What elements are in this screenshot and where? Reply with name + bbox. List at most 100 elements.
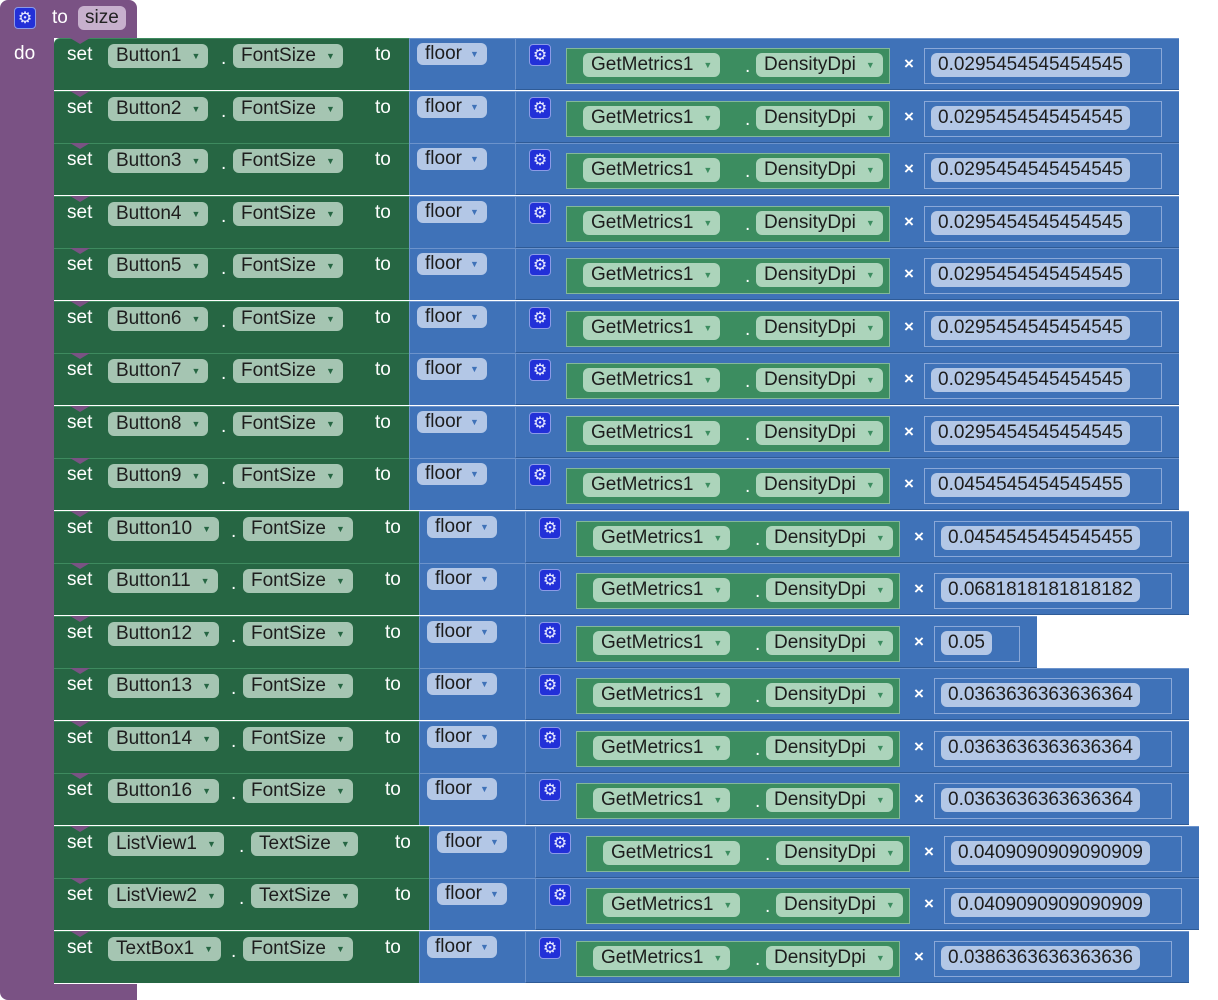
floor-block[interactable]: floor ▼ (419, 668, 525, 720)
math-function-dropdown[interactable]: floor ▼ (437, 883, 507, 905)
math-function-dropdown[interactable]: floor ▼ (437, 830, 507, 853)
floor-block[interactable]: floor ▼ (429, 825, 535, 878)
number-value-field[interactable]: 0.0363636363636364 (941, 683, 1140, 707)
floor-block[interactable]: floor ▼ (409, 195, 515, 248)
get-property-block[interactable]: GetMetrics1 ▼ . DensityDpi ▼ (576, 783, 900, 819)
get-property-dropdown[interactable]: DensityDpi ▼ (776, 840, 903, 865)
floor-block[interactable]: floor ▼ (409, 300, 515, 353)
get-component-dropdown[interactable]: GetMetrics1 ▼ (583, 473, 721, 497)
property-dropdown[interactable]: FontSize ▼ (233, 411, 343, 436)
component-dropdown[interactable]: Button14 ▼ (108, 726, 219, 751)
get-component-dropdown[interactable]: GetMetrics1 ▼ (593, 630, 731, 655)
math-function-dropdown[interactable]: floor ▼ (417, 358, 487, 380)
gear-icon[interactable]: ⚙ (529, 201, 551, 224)
multiply-block[interactable]: ⚙ GetMetrics1 ▼ . DensityDpi ▼ × 0.0454545… (515, 458, 1179, 510)
number-value-field[interactable]: 0.0409090909090909 (951, 893, 1150, 917)
gear-icon[interactable]: ⚙ (539, 621, 561, 644)
floor-block[interactable]: floor ▼ (419, 720, 525, 773)
get-property-dropdown[interactable]: DensityDpi ▼ (766, 683, 893, 707)
number-value-field[interactable]: 0.0454545454545455 (941, 525, 1140, 550)
property-dropdown[interactable]: FontSize ▼ (243, 569, 353, 593)
property-dropdown[interactable]: FontSize ▼ (233, 96, 343, 121)
number-block[interactable]: 0.05 (934, 625, 1020, 662)
get-component-dropdown[interactable]: GetMetrics1 ▼ (583, 263, 721, 287)
number-value-field[interactable]: 0.0295454545454545 (931, 53, 1130, 77)
property-dropdown[interactable]: FontSize ▼ (233, 149, 343, 173)
get-property-block[interactable]: GetMetrics1 ▼ . DensityDpi ▼ (576, 573, 900, 609)
procedure-name-field[interactable]: size (78, 6, 126, 30)
get-property-dropdown[interactable]: DensityDpi ▼ (756, 210, 883, 235)
component-dropdown[interactable]: Button6 ▼ (108, 306, 209, 331)
property-dropdown[interactable]: FontSize ▼ (233, 201, 343, 226)
get-component-dropdown[interactable]: GetMetrics1 ▼ (583, 105, 721, 130)
set-property-block[interactable]: set Button7 ▼ . FontSize ▼ to (54, 353, 411, 405)
component-dropdown[interactable]: Button9 ▼ (108, 464, 209, 488)
gear-icon[interactable]: ⚙ (539, 779, 561, 801)
math-function-dropdown[interactable]: floor ▼ (427, 778, 497, 800)
component-dropdown[interactable]: Button4 ▼ (108, 201, 209, 226)
get-property-block[interactable]: GetMetrics1 ▼ . DensityDpi ▼ (576, 730, 900, 767)
get-component-dropdown[interactable]: GetMetrics1 ▼ (583, 53, 721, 77)
component-dropdown[interactable]: Button8 ▼ (108, 411, 209, 436)
floor-block[interactable]: floor ▼ (419, 930, 525, 983)
set-property-block[interactable]: set Button3 ▼ . FontSize ▼ to (54, 143, 411, 195)
get-component-dropdown[interactable]: GetMetrics1 ▼ (603, 840, 741, 865)
get-property-dropdown[interactable]: DensityDpi ▼ (756, 315, 883, 340)
get-component-dropdown[interactable]: GetMetrics1 ▼ (593, 788, 731, 812)
number-value-field[interactable]: 0.0681818181818182 (941, 578, 1140, 602)
gear-icon[interactable]: ⚙ (539, 726, 561, 749)
component-dropdown[interactable]: Button2 ▼ (108, 96, 209, 121)
math-function-dropdown[interactable]: floor ▼ (427, 620, 497, 643)
number-value-field[interactable]: 0.0409090909090909 (951, 840, 1150, 865)
math-function-dropdown[interactable]: floor ▼ (427, 673, 497, 695)
math-function-dropdown[interactable]: floor ▼ (417, 463, 487, 485)
number-value-field[interactable]: 0.0295454545454545 (931, 368, 1130, 392)
multiply-block[interactable]: ⚙ GetMetrics1 ▼ . DensityDpi ▼ × 0.0363636… (525, 720, 1189, 773)
number-block[interactable]: 0.0295454545454545 (924, 48, 1162, 84)
number-value-field[interactable]: 0.0295454545454545 (931, 210, 1130, 235)
gear-icon[interactable]: ⚙ (539, 569, 561, 591)
component-dropdown[interactable]: Button3 ▼ (108, 149, 209, 173)
number-block[interactable]: 0.0454545454545455 (924, 468, 1162, 504)
set-property-block[interactable]: set Button16 ▼ . FontSize ▼ to (54, 773, 421, 825)
get-property-block[interactable]: GetMetrics1 ▼ . DensityDpi ▼ (576, 625, 900, 662)
gear-icon[interactable]: ⚙ (529, 149, 551, 171)
number-value-field[interactable]: 0.0295454545454545 (931, 315, 1130, 340)
math-function-dropdown[interactable]: floor ▼ (427, 935, 497, 958)
property-dropdown[interactable]: FontSize ▼ (243, 779, 353, 803)
floor-block[interactable]: floor ▼ (409, 405, 515, 458)
number-block[interactable]: 0.0681818181818182 (934, 573, 1172, 609)
number-value-field[interactable]: 0.0454545454545455 (931, 473, 1130, 497)
get-property-block[interactable]: GetMetrics1 ▼ . DensityDpi ▼ (566, 363, 890, 399)
number-block[interactable]: 0.0295454545454545 (924, 205, 1162, 242)
property-dropdown[interactable]: FontSize ▼ (243, 516, 353, 541)
get-component-dropdown[interactable]: GetMetrics1 ▼ (593, 735, 731, 760)
floor-block[interactable]: floor ▼ (409, 38, 515, 90)
property-dropdown[interactable]: FontSize ▼ (243, 621, 353, 646)
gear-icon[interactable]: ⚙ (14, 7, 36, 29)
number-block[interactable]: 0.0295454545454545 (924, 153, 1162, 189)
multiply-block[interactable]: ⚙ GetMetrics1 ▼ . DensityDpi ▼ × 0.0295454… (515, 90, 1179, 143)
get-property-dropdown[interactable]: DensityDpi ▼ (766, 630, 893, 655)
gear-icon[interactable]: ⚙ (529, 96, 551, 119)
component-dropdown[interactable]: Button11 ▼ (108, 569, 218, 593)
get-property-dropdown[interactable]: DensityDpi ▼ (766, 525, 893, 550)
number-block[interactable]: 0.0295454545454545 (924, 258, 1162, 294)
get-property-block[interactable]: GetMetrics1 ▼ . DensityDpi ▼ (576, 940, 900, 977)
set-property-block[interactable]: set ListView1 ▼ . TextSize ▼ to (54, 825, 431, 878)
math-function-dropdown[interactable]: floor ▼ (417, 148, 487, 170)
get-property-dropdown[interactable]: DensityDpi ▼ (756, 368, 883, 392)
multiply-block[interactable]: ⚙ GetMetrics1 ▼ . DensityDpi ▼ × 0.0454545… (525, 510, 1189, 563)
property-dropdown[interactable]: FontSize ▼ (243, 726, 353, 751)
component-dropdown[interactable]: Button12 ▼ (108, 621, 219, 646)
math-function-dropdown[interactable]: floor ▼ (427, 515, 497, 538)
multiply-block[interactable]: ⚙ GetMetrics1 ▼ . DensityDpi ▼ × 0.0363636… (525, 668, 1189, 720)
get-property-dropdown[interactable]: DensityDpi ▼ (766, 945, 893, 970)
multiply-block[interactable]: ⚙ GetMetrics1 ▼ . DensityDpi ▼ × 0.05 (525, 615, 1037, 668)
set-property-block[interactable]: set ListView2 ▼ . TextSize ▼ to (54, 878, 431, 930)
number-value-field[interactable]: 0.0295454545454545 (931, 158, 1130, 182)
math-function-dropdown[interactable]: floor ▼ (427, 725, 497, 748)
math-function-dropdown[interactable]: floor ▼ (417, 253, 487, 275)
math-function-dropdown[interactable]: floor ▼ (427, 568, 497, 590)
multiply-block[interactable]: ⚙ GetMetrics1 ▼ . DensityDpi ▼ × 0.0295454… (515, 38, 1179, 90)
